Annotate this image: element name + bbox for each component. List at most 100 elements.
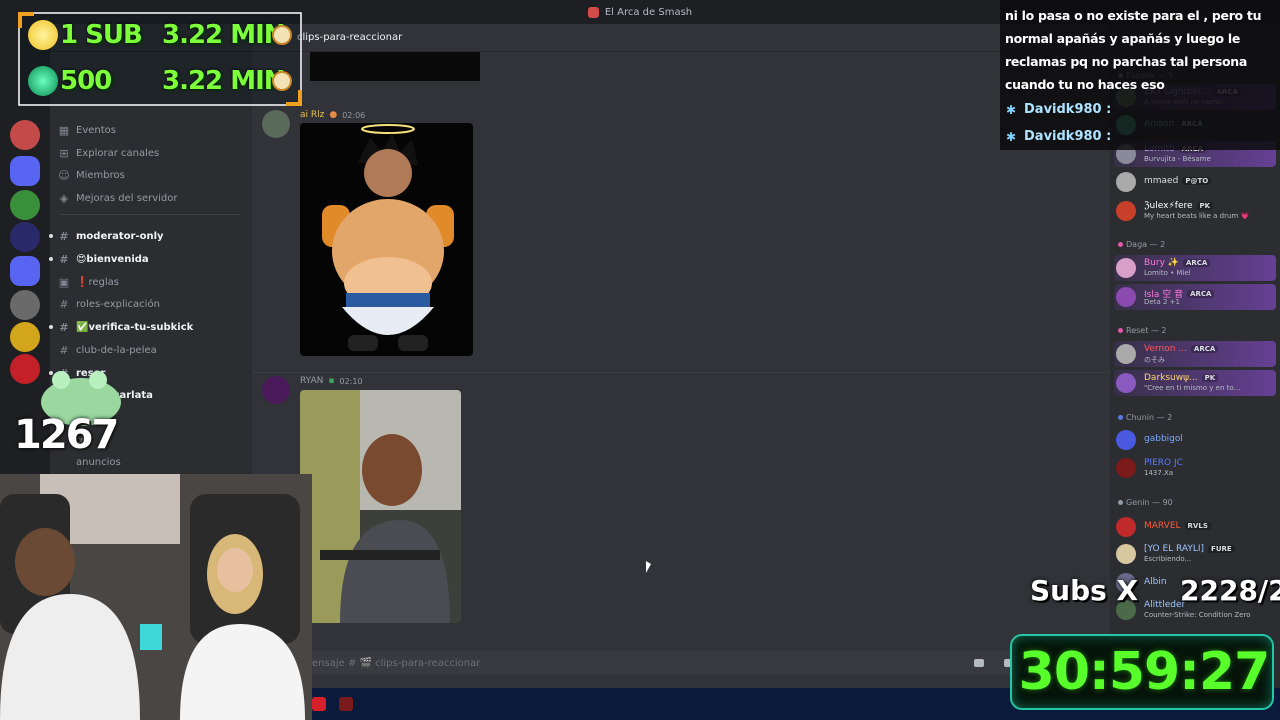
sub-row: 1 SUB 3.22 MIN [22,16,298,54]
channel-item[interactable]: # club-de-la-pelea [58,340,246,360]
channel-item[interactable]: ◈ Mejoras del servidor [58,188,246,208]
screen: El Arca de Smash ▦ Eventos ⊞ Explorar canal… [0,0,1280,720]
role-icon [1118,500,1123,505]
channel-label: club-de-la-pelea [76,344,157,356]
subs-ratio: 2228/2 [1180,574,1280,607]
channel-item[interactable]: # roles-explicación [58,294,246,314]
server-tag: PK [1196,202,1214,210]
avatar[interactable] [262,376,290,404]
server-tag: FURE [1208,545,1235,553]
message-composer[interactable]: ensaje # 🎬 clips-para-reaccionar [262,651,1102,675]
server-icon[interactable] [10,190,40,220]
channel-item[interactable]: # 😍bienvenida [49,249,246,269]
role-icon [1118,415,1123,420]
member-row[interactable]: [YO EL RAYLI] FURE Escribiendo... [1114,541,1276,567]
member-row[interactable]: mmaed P@TO [1114,169,1276,195]
badge-icon: ▪ [328,376,335,386]
stream-chat-overlay: ni lo pasa o no existe para el , pero tu… [1000,0,1280,150]
member-row[interactable]: gabbigol [1114,427,1276,453]
chat-username: Davidk980 : [1024,129,1112,144]
server-icon[interactable] [10,290,40,320]
member-row[interactable]: Darksuwψ... PK "Cree en ti mismo y en to..… [1114,370,1276,396]
window-title: El Arca de Smash [604,6,693,18]
channel-label: Eventos [76,124,116,136]
clock-icon [272,71,292,91]
rules-icon: ▣ [58,275,70,289]
channel-label: Mejoras del servidor [76,192,178,204]
app-icon[interactable] [339,697,353,711]
member-row[interactable]: Vernon ... ARCA のそみ [1114,341,1276,367]
author-name[interactable]: RYAN [300,376,323,386]
avatar[interactable] [262,110,290,138]
member-name-line: Darksuwψ... PK [1144,373,1219,383]
message-time: 02:06 [342,110,366,120]
member-row[interactable]: Bury ✨ ARCA Lomito • Miel [1114,255,1276,281]
member-name-line: MARVEL RVLS [1144,521,1211,531]
channel-item[interactable]: # ✅verifica-tu-subkick [49,317,246,337]
channel-label: ✅verifica-tu-subkick [76,321,194,333]
channel-item[interactable]: # moderator-only [49,226,246,246]
server-tag: RVLS [1184,522,1211,530]
app-icon[interactable] [312,697,326,711]
member-row[interactable]: MARVEL RVLS [1114,514,1276,540]
server-icon[interactable] [10,322,40,352]
channel-item[interactable]: ⊞ Explorar canales [58,143,246,163]
counter-value: 1267 [14,412,119,458]
channel-item[interactable]: ▣ ❗reglas [58,272,246,292]
server-tag: PK [1201,374,1219,382]
author-name[interactable]: ai Rlz [300,110,324,120]
channel-divider [60,214,240,215]
gift-icon[interactable] [974,659,984,667]
channel-label: roles-explicación [76,298,160,310]
folder-icon[interactable] [10,256,40,286]
avatar [1116,172,1136,192]
member-name: MARVEL [1144,521,1181,531]
folder-icon[interactable] [10,156,40,186]
calendar-icon: ▦ [58,123,70,137]
app-logo-icon [587,6,599,18]
message-video[interactable] [300,390,461,623]
sub-label: 500 [60,66,112,96]
avatar [1116,544,1136,564]
subs-counter: Subs X 2228/2 [1030,574,1280,618]
channel-item[interactable]: ☺ Miembros [58,165,246,185]
server-icon[interactable] [10,120,40,150]
message-author: ai Rlz ● 02:06 [300,110,365,120]
role-icon [1118,328,1123,333]
user-badge-icon: ✱ [1006,129,1017,144]
gogeta-meme-image [322,124,454,351]
user-badge-icon: ✱ [1006,102,1017,117]
hash-icon: # [59,297,69,311]
chat-area: clips-para-reaccionar ai Rlz ● 02:06 RYA… [252,24,1110,688]
chat-line: normal apañás y apañás y luego le [1005,31,1241,46]
subathon-timer: 30:59:27 [1010,634,1274,710]
mouse-cursor-icon [646,561,651,573]
member-group-header: Chunin — 2 [1118,413,1172,422]
channel-item[interactable]: ▦ Eventos [58,120,246,140]
sub-row: 500 3.22 MIN [22,62,298,100]
group-label: Reset — 2 [1126,326,1167,335]
badge-icon: ● [329,110,338,120]
avatar [1116,458,1136,478]
clock-icon [272,25,292,45]
member-name-line: gabbigol [1144,434,1183,444]
member-row[interactable]: ℨulex⚡fere PK My heart beats like a drum 💗 [1114,198,1276,224]
server-tag: P@TO [1182,177,1212,185]
sub-goal-overlay: 1 SUB 3.22 MIN 500 3.22 MIN [18,12,302,106]
chat-username: Davidk980 : [1024,102,1112,117]
member-name-line: Bury ✨ ARCA [1144,258,1211,268]
chat-line: reclamas pq no parchas tal persona [1005,54,1247,69]
sub-value: 3.22 MIN [162,20,286,50]
chat-user: ✱ Davidk980 : [1006,102,1111,117]
subs-label: Subs X [1030,574,1139,607]
message-image[interactable] [300,123,473,356]
previous-image[interactable] [310,52,480,81]
member-name: ℨulex⚡fere [1144,201,1193,211]
server-icon[interactable] [10,222,40,252]
chat-header: clips-para-reaccionar [252,24,1110,52]
members-icon: ☺ [58,168,70,182]
member-name: Darksuwψ... [1144,373,1198,383]
member-status: Deta 2 +1 [1144,298,1180,306]
member-row[interactable]: Isla 空 音 ARCA Deta 2 +1 [1114,284,1276,310]
member-row[interactable]: PIERO JC 1437.Xa [1114,455,1276,481]
